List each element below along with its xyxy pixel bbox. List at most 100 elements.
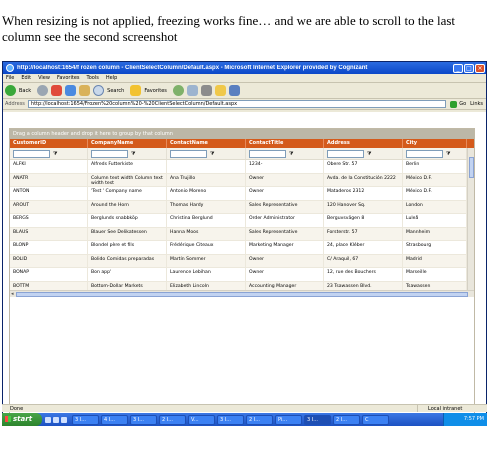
start-button[interactable]: start bbox=[2, 413, 42, 426]
cell-customerid: AROUT bbox=[10, 200, 88, 213]
minimize-button[interactable]: _ bbox=[453, 63, 463, 73]
cell-customerid: ALFKI bbox=[10, 160, 88, 173]
filter-funnel-icon[interactable]: ⧩ bbox=[131, 151, 135, 157]
filter-input[interactable] bbox=[170, 149, 207, 158]
taskbar-button[interactable]: C bbox=[362, 414, 389, 425]
data-grid: Drag a column header and drop it here to… bbox=[9, 128, 475, 425]
table-row[interactable]: AROUT Around the Horn Thomas Hardy Sales… bbox=[10, 200, 474, 214]
header-customerid[interactable]: CustomerID bbox=[10, 139, 88, 148]
forward-arrow-icon[interactable] bbox=[37, 85, 49, 96]
maximize-button[interactable]: □ bbox=[464, 63, 474, 73]
header-contacttitle[interactable]: ContactTitle bbox=[246, 139, 324, 148]
menu-edit[interactable]: Edit bbox=[21, 75, 31, 81]
taskbar: start 3 I... 4 I... 3 I... 2 I... V... 3… bbox=[2, 413, 487, 426]
taskbar-button[interactable]: 3 I... bbox=[217, 414, 244, 425]
taskbar-button[interactable]: V... bbox=[188, 414, 215, 425]
filter-input[interactable] bbox=[327, 149, 364, 158]
cell-contactname: Laurence Lebihan bbox=[167, 268, 246, 281]
filter-funnel-icon[interactable]: ⧩ bbox=[446, 151, 450, 157]
cell-contactname: Martín Sommer bbox=[167, 254, 246, 267]
table-row[interactable]: BLONP Blondel père et fils Frédérique Ci… bbox=[10, 241, 474, 255]
print-icon[interactable] bbox=[200, 85, 212, 96]
taskbar-button[interactable]: 4 I... bbox=[101, 414, 128, 425]
filter-funnel-icon[interactable]: ⧩ bbox=[53, 151, 57, 157]
favorites-button[interactable]: Favorites bbox=[144, 88, 167, 94]
table-row[interactable]: BONAP Bon app' Laurence Lebihan Owner 12… bbox=[10, 268, 474, 282]
search-button[interactable]: Search bbox=[107, 88, 124, 94]
menu-file[interactable]: File bbox=[6, 75, 14, 81]
back-button[interactable]: Back bbox=[19, 88, 31, 94]
cell-contacttitle: Marketing Manager bbox=[246, 241, 324, 254]
cell-contactname: Frédérique Citeaux bbox=[167, 241, 246, 254]
filter-input[interactable] bbox=[406, 149, 443, 158]
close-button[interactable]: × bbox=[475, 63, 485, 73]
header-companyname[interactable]: CompanyName bbox=[88, 139, 167, 148]
back-arrow-icon[interactable] bbox=[5, 85, 16, 96]
cell-companyname: Blauer See Delikatessen bbox=[88, 227, 167, 240]
table-row[interactable]: BLAUS Blauer See Delikatessen Hanna Moos… bbox=[10, 227, 474, 241]
home-icon[interactable] bbox=[79, 85, 91, 96]
go-button[interactable]: Go bbox=[450, 100, 466, 108]
cell-customerid: ANTON bbox=[10, 187, 88, 200]
filter-input[interactable] bbox=[13, 149, 50, 158]
menu-help[interactable]: Help bbox=[106, 75, 117, 81]
taskbar-button[interactable]: 3 I... bbox=[304, 414, 331, 425]
taskbar-button[interactable]: 2 I... bbox=[333, 414, 360, 425]
cell-contacttitle: Order Administrator bbox=[246, 214, 324, 227]
filter-funnel-icon[interactable]: ⧩ bbox=[289, 151, 293, 157]
taskbar-button[interactable]: 3 I... bbox=[130, 414, 157, 425]
ie-quicklaunch-icon[interactable] bbox=[45, 416, 51, 423]
group-panel[interactable]: Drag a column header and drop it here to… bbox=[10, 129, 474, 139]
search-icon[interactable] bbox=[93, 85, 105, 96]
taskbar-button[interactable]: 2 I... bbox=[246, 414, 273, 425]
filter-funnel-icon[interactable]: ⧩ bbox=[367, 151, 371, 157]
folder-icon[interactable] bbox=[214, 85, 226, 96]
horizontal-scrollbar[interactable]: ◂ bbox=[10, 290, 474, 297]
table-row[interactable]: BERGS Berglunds snabbköp Christina Bergl… bbox=[10, 214, 474, 228]
header-contactname[interactable]: ContactName bbox=[167, 139, 246, 148]
table-row[interactable]: ANTON 'Test ' Company name Antonio Moren… bbox=[10, 187, 474, 201]
table-row[interactable]: ANATR Column text width Column text widt… bbox=[10, 173, 474, 187]
refresh-icon[interactable] bbox=[65, 85, 77, 96]
taskbar-button[interactable]: 3 I... bbox=[72, 414, 99, 425]
title-bar[interactable]: http://localhost:1654/f rozen column - C… bbox=[3, 62, 486, 74]
table-row[interactable]: BOLID Bolido Comidas preparadas Martín S… bbox=[10, 254, 474, 268]
taskbar-button[interactable]: 2 I... bbox=[159, 414, 186, 425]
menu-favorites[interactable]: Favorites bbox=[57, 75, 80, 81]
cell-address: 12, rue des Bouchers bbox=[324, 268, 403, 281]
cell-contacttitle: Owner bbox=[246, 187, 324, 200]
header-address[interactable]: Address bbox=[324, 139, 403, 148]
menu-tools[interactable]: Tools bbox=[87, 75, 99, 81]
history-icon[interactable] bbox=[172, 85, 184, 96]
table-row[interactable]: ALFKI Alfreds Futterkiste 1234- Obere St… bbox=[10, 160, 474, 174]
filter-companyname: ⧩ bbox=[88, 148, 167, 159]
header-city[interactable]: City bbox=[403, 139, 467, 148]
system-tray-clock[interactable]: 7:57 PM bbox=[443, 413, 487, 426]
address-input[interactable]: http://localhost:1654/Frozen%20column%20… bbox=[27, 100, 447, 108]
taskbar-button[interactable]: Pi... bbox=[275, 414, 302, 425]
vertical-scroll-thumb[interactable] bbox=[469, 157, 474, 178]
horizontal-scroll-thumb[interactable] bbox=[16, 292, 468, 297]
go-arrow-icon bbox=[450, 100, 458, 108]
scroll-left-icon[interactable]: ◂ bbox=[11, 292, 14, 297]
outlook-quicklaunch-icon[interactable] bbox=[53, 416, 59, 423]
quick-launch bbox=[45, 416, 69, 423]
messenger-icon[interactable] bbox=[228, 85, 240, 96]
links-button[interactable]: Links bbox=[470, 101, 483, 107]
favorites-star-icon[interactable] bbox=[130, 85, 142, 96]
desktop-quicklaunch-icon[interactable] bbox=[61, 416, 67, 423]
grid-body: ALFKI Alfreds Futterkiste 1234- Obere St… bbox=[10, 160, 474, 295]
stop-icon[interactable] bbox=[51, 85, 63, 96]
cell-address: Forsterstr. 57 bbox=[324, 227, 403, 240]
vertical-scrollbar[interactable] bbox=[467, 148, 474, 290]
filter-funnel-icon[interactable]: ⧩ bbox=[210, 151, 214, 157]
caption-text: When resizing is not applied, freezing w… bbox=[2, 13, 456, 44]
mail-icon[interactable] bbox=[186, 85, 198, 96]
cell-contactname: Thomas Hardy bbox=[167, 200, 246, 213]
filter-input[interactable] bbox=[91, 149, 128, 158]
status-bar: Done Local intranet bbox=[2, 404, 487, 412]
cell-city: México D.F. bbox=[403, 173, 467, 186]
filter-input[interactable] bbox=[249, 149, 286, 158]
address-bar: Address http://localhost:1654/Frozen%20c… bbox=[3, 99, 486, 110]
menu-view[interactable]: View bbox=[38, 75, 50, 81]
